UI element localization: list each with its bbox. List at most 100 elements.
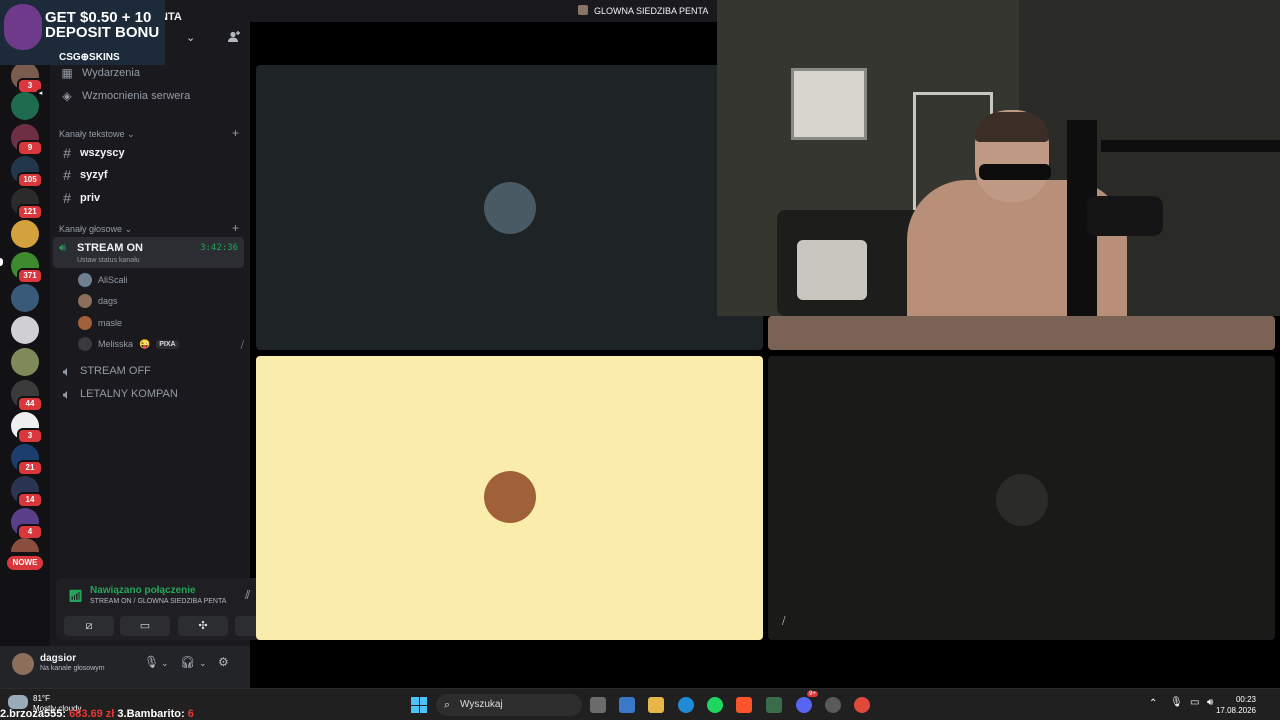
channel-syzyf[interactable]: # syzyf	[56, 165, 244, 185]
server-icon	[578, 5, 588, 15]
spotify-icon[interactable]	[707, 697, 723, 713]
server-icon[interactable]	[11, 538, 39, 552]
channel-sidebar: NTA ⌄ ▦ Wydarzenia ◈ Wzmocnienia serwera…	[0, 0, 294, 688]
microphone-icon[interactable]: 🎙︎	[144, 655, 159, 669]
server-icon[interactable]	[11, 284, 39, 312]
username[interactable]: dagsior	[40, 653, 76, 664]
ticker-value: 6	[187, 708, 194, 720]
server-icon[interactable]: 14	[11, 476, 43, 508]
chevron-down-icon[interactable]: ⌄	[186, 31, 195, 44]
excel-icon[interactable]	[766, 697, 782, 713]
server-icon[interactable]: 44	[11, 380, 43, 412]
weather-icon[interactable]	[8, 695, 28, 709]
server-icon[interactable]: 121	[11, 188, 43, 220]
windows-start-icon[interactable]	[411, 697, 427, 713]
voice-channel-stream-off[interactable]: 🔈︎ STREAM OFF	[56, 361, 244, 381]
server-icon[interactable]: 9	[11, 124, 43, 156]
connection-channel[interactable]: STREAM ON / GLOWNA SIEDZIBA PENTA	[90, 598, 226, 605]
voice-member[interactable]: AliScali	[78, 271, 238, 289]
noise-suppression-icon[interactable]: ⫽	[245, 588, 250, 603]
muted-icon: ⧸	[782, 616, 786, 627]
mention-badge: 371	[17, 268, 43, 284]
user-status: Na kanale głosowym	[40, 665, 105, 672]
voice-channel-letalny-kompan[interactable]: 🔈︎ LETALNY KOMPAN	[56, 384, 244, 404]
unread-pill	[0, 258, 3, 266]
server-icon[interactable]	[11, 220, 39, 248]
store-icon[interactable]	[619, 697, 635, 713]
mascot	[4, 4, 42, 50]
edge-icon[interactable]	[678, 697, 694, 713]
promo-banner[interactable]: GET $0.50 + 10 DEPOSIT BONU CSG⊕SKINS	[0, 0, 165, 65]
connection-status[interactable]: Nawiązano połączenie	[90, 585, 196, 596]
server-icon[interactable]: 3	[11, 412, 43, 444]
server-icon[interactable]: 21	[11, 444, 43, 476]
server-icon[interactable]: 105	[11, 156, 43, 188]
participant-tile[interactable]	[768, 316, 1275, 350]
participant-tile[interactable]: ⧸	[768, 356, 1275, 640]
promo-line: GET $0.50 + 10	[45, 9, 152, 26]
server-icon[interactable]	[11, 348, 39, 376]
taskbar-clock[interactable]: 00:23 17.08.2026	[1216, 694, 1256, 716]
activities-button[interactable]: ✣	[178, 616, 228, 636]
discord-app: 3 ◂ 9 105 121 371 44 3 21 14 4 NOWE NTA …	[0, 0, 1280, 688]
wall-frame	[791, 68, 867, 140]
chevron-up-icon[interactable]: ⌃	[1149, 698, 1157, 709]
server-icon[interactable]: 4	[11, 508, 43, 540]
events-row[interactable]: ▦ Wydarzenia	[60, 63, 240, 83]
network-icon[interactable]: ▭	[1190, 697, 1199, 708]
clock-date: 17.08.2026	[1215, 706, 1256, 715]
server-icon[interactable]: ◂	[11, 89, 45, 120]
text-channels-category[interactable]: Kanały tekstowe ⌄ +	[59, 126, 239, 141]
signal-icon[interactable]: 📶︎	[68, 589, 83, 603]
server-icon[interactable]: 3	[11, 62, 43, 94]
voice-channels-category[interactable]: Kanały głosowe ⌄ +	[59, 221, 239, 236]
task-view-icon[interactable]	[590, 697, 606, 713]
participant-tile[interactable]	[256, 356, 763, 640]
server-icon[interactable]: 371	[11, 252, 43, 284]
chevron-down-icon[interactable]: ⌄	[161, 658, 169, 669]
category-label: Kanały głosowe	[59, 224, 123, 234]
avatar	[78, 337, 92, 351]
volume-icon[interactable]: 🔊︎	[1207, 697, 1213, 708]
boost-icon: ◈	[62, 89, 72, 103]
voice-member[interactable]: dags	[78, 292, 238, 310]
search-icon: ⌕	[444, 699, 451, 711]
server-icon[interactable]	[11, 316, 39, 344]
invite-icon[interactable]	[227, 30, 241, 44]
channel-priv[interactable]: # priv	[56, 188, 244, 208]
voice-channel-stream-on[interactable]: 🔊︎ STREAM ON 3:42:36 Ustaw status kanału	[53, 237, 244, 268]
app-icon[interactable]	[825, 697, 841, 713]
voice-member[interactable]: Melisska 😜 PIXA	[78, 335, 238, 353]
chevron-down-icon[interactable]: ⌄	[199, 658, 207, 669]
voice-timer: 3:42:36	[200, 243, 238, 253]
avatar[interactable]	[12, 653, 34, 675]
weather-temp: 81°F	[33, 694, 50, 703]
add-channel-icon[interactable]: +	[232, 221, 239, 235]
gear-icon[interactable]: ⚙	[218, 655, 229, 669]
pillow	[797, 240, 867, 300]
microphone-icon[interactable]: 🎙︎	[1170, 697, 1183, 708]
mention-badge: 14	[17, 492, 43, 508]
set-channel-status[interactable]: Ustaw status kanału	[77, 257, 140, 264]
calendar-icon: ▦	[61, 66, 73, 80]
promo-headline: GET $0.50 + 10 DEPOSIT BONU	[45, 10, 159, 40]
taskbar-search[interactable]: ⌕ Wyszukaj	[436, 694, 582, 716]
headphones-icon[interactable]: 🎧︎	[180, 655, 195, 669]
chrome-icon[interactable]	[854, 697, 870, 713]
screen-share-button[interactable]: ▭	[120, 616, 170, 636]
new-servers-badge[interactable]: NOWE	[7, 556, 43, 570]
add-channel-icon[interactable]: +	[232, 126, 239, 140]
brave-icon[interactable]	[736, 697, 752, 713]
channel-label: priv	[80, 192, 101, 204]
avatar	[78, 273, 92, 287]
discord-icon[interactable]: 9+	[796, 691, 818, 713]
channel-wszyscy[interactable]: # wszyscy	[56, 143, 244, 163]
speaker-icon: ◂	[36, 89, 45, 98]
person-hair	[975, 112, 1049, 142]
voice-member[interactable]: masle	[78, 314, 238, 332]
file-explorer-icon[interactable]	[648, 697, 664, 713]
server-boosts-row[interactable]: ◈ Wzmocnienia serwera	[60, 86, 240, 106]
camera-toggle-button[interactable]: ⧄	[64, 616, 114, 636]
avatar	[78, 316, 92, 330]
participant-tile[interactable]	[256, 65, 763, 350]
